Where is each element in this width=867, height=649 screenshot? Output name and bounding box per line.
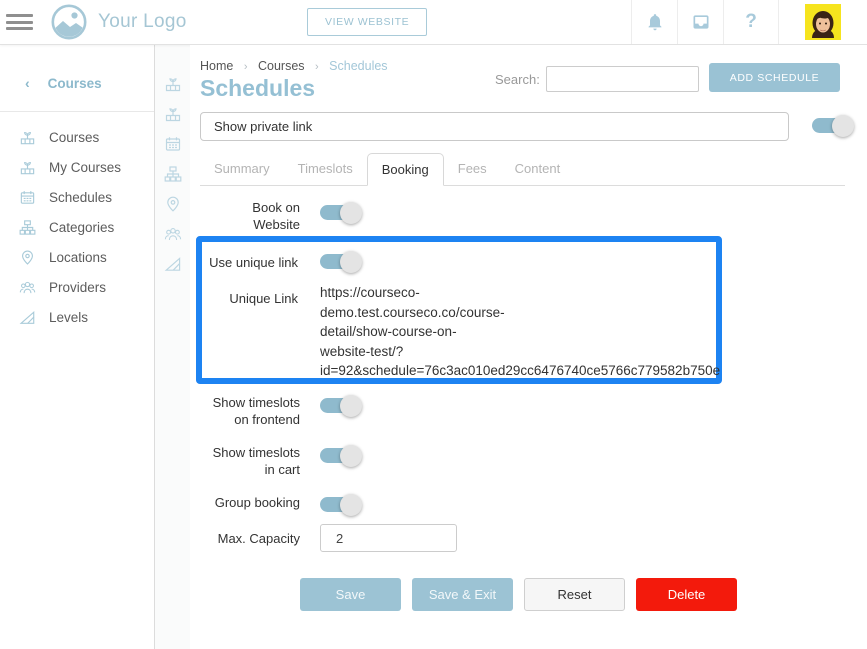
- course-icon: [19, 129, 36, 146]
- calendar-icon: [19, 189, 36, 206]
- use-unique-link-toggle[interactable]: [320, 254, 353, 269]
- sidebar-header-label: Courses: [48, 76, 102, 91]
- logo-image-icon: [50, 3, 88, 41]
- sidebar-item-locations[interactable]: Locations: [0, 242, 154, 272]
- breadcrumb-courses[interactable]: Courses: [258, 59, 305, 73]
- course-icon: [19, 159, 36, 176]
- rail-sitemap-icon[interactable]: [164, 165, 182, 183]
- reset-button[interactable]: Reset: [524, 578, 625, 611]
- bell-icon: [645, 12, 665, 32]
- breadcrumb-home[interactable]: Home: [200, 59, 233, 73]
- max-capacity-label: Max. Capacity: [190, 530, 300, 547]
- delete-button[interactable]: Delete: [636, 578, 737, 611]
- max-capacity-input[interactable]: [320, 524, 457, 552]
- show-timeslots-frontend-label: Show timeslots on frontend: [190, 394, 300, 428]
- logo-text: Your Logo: [98, 11, 187, 33]
- breadcrumb-schedules: Schedules: [329, 59, 387, 73]
- sidebar-item-providers[interactable]: Providers: [0, 272, 154, 302]
- logo[interactable]: Your Logo: [50, 3, 187, 41]
- unique-link-label: Unique Link: [202, 290, 298, 307]
- breadcrumb-separator: ›: [244, 61, 248, 73]
- question-mark-icon: ?: [745, 11, 757, 33]
- unique-link-url: https://courseco- demo.test.courseco.co/…: [320, 283, 698, 381]
- triangle-levels-icon: [19, 309, 36, 326]
- page-title: Schedules: [200, 75, 315, 102]
- show-timeslots-cart-label: Show timeslots in cart: [190, 444, 300, 478]
- show-timeslots-cart-toggle[interactable]: [320, 448, 353, 463]
- tab-booking[interactable]: Booking: [367, 153, 444, 186]
- tab-summary[interactable]: Summary: [200, 153, 284, 185]
- notifications-button[interactable]: [631, 0, 677, 44]
- book-on-website-label: Book on Website: [190, 199, 300, 233]
- hamburger-menu-icon[interactable]: [6, 11, 33, 34]
- avatar: [805, 4, 841, 40]
- search-input[interactable]: [546, 66, 699, 92]
- chevron-left-icon: ‹: [25, 75, 30, 91]
- rail-my-courses-icon[interactable]: [164, 105, 182, 123]
- breadcrumb-separator: ›: [315, 61, 319, 73]
- inbox-icon: [691, 12, 711, 32]
- private-link-toggle[interactable]: [812, 118, 845, 133]
- private-link-input[interactable]: [200, 112, 789, 141]
- icon-rail: [155, 45, 190, 649]
- topbar-actions: ?: [631, 0, 867, 44]
- rail-map-pin-icon[interactable]: [164, 195, 182, 213]
- help-button[interactable]: ?: [723, 0, 778, 44]
- rail-course-icon[interactable]: [164, 75, 182, 93]
- save-button[interactable]: Save: [300, 578, 401, 611]
- view-website-button[interactable]: VIEW WEBSITE: [307, 8, 427, 36]
- breadcrumb: Home › Courses › Schedules: [200, 59, 388, 73]
- sidebar-item-label: Schedules: [49, 190, 112, 205]
- inbox-button[interactable]: [677, 0, 723, 44]
- tab-fees[interactable]: Fees: [444, 153, 501, 185]
- sidebar-item-schedules[interactable]: Schedules: [0, 182, 154, 212]
- book-on-website-toggle[interactable]: [320, 205, 353, 220]
- rail-calendar-icon[interactable]: [164, 135, 182, 153]
- sidebar-item-label: Providers: [49, 280, 106, 295]
- group-booking-label: Group booking: [190, 494, 300, 511]
- sidebar-item-label: Locations: [49, 250, 107, 265]
- sidebar-item-levels[interactable]: Levels: [0, 302, 154, 332]
- tab-content[interactable]: Content: [501, 153, 575, 185]
- add-schedule-button[interactable]: ADD SCHEDULE: [709, 63, 840, 92]
- sidebar-item-label: Levels: [49, 310, 88, 325]
- sidebar: ‹ Courses Courses My Courses Schedules C…: [0, 45, 155, 649]
- sidebar-back-courses[interactable]: ‹ Courses: [0, 45, 154, 111]
- people-icon: [19, 279, 36, 296]
- map-pin-icon: [19, 249, 36, 266]
- sidebar-item-categories[interactable]: Categories: [0, 212, 154, 242]
- group-booking-toggle[interactable]: [320, 497, 353, 512]
- rail-triangle-levels-icon[interactable]: [164, 255, 182, 273]
- sidebar-item-label: Categories: [49, 220, 114, 235]
- save-and-exit-button[interactable]: Save & Exit: [412, 578, 513, 611]
- use-unique-link-label: Use unique link: [202, 254, 298, 271]
- sidebar-item-my-courses[interactable]: My Courses: [0, 152, 154, 182]
- tab-bar: Summary Timeslots Booking Fees Content: [200, 153, 845, 186]
- sidebar-item-label: Courses: [49, 130, 99, 145]
- main-content: Home › Courses › Schedules Schedules Sea…: [190, 45, 867, 649]
- sidebar-item-courses[interactable]: Courses: [0, 122, 154, 152]
- tab-timeslots[interactable]: Timeslots: [284, 153, 367, 185]
- sidebar-item-label: My Courses: [49, 160, 121, 175]
- user-menu[interactable]: [778, 0, 867, 44]
- top-bar: Your Logo VIEW WEBSITE ?: [0, 0, 867, 45]
- rail-people-icon[interactable]: [164, 225, 182, 243]
- show-timeslots-frontend-toggle[interactable]: [320, 398, 353, 413]
- search-label: Search:: [495, 72, 540, 87]
- highlight-box: Use unique link Unique Link https://cour…: [196, 236, 722, 384]
- sitemap-icon: [19, 219, 36, 236]
